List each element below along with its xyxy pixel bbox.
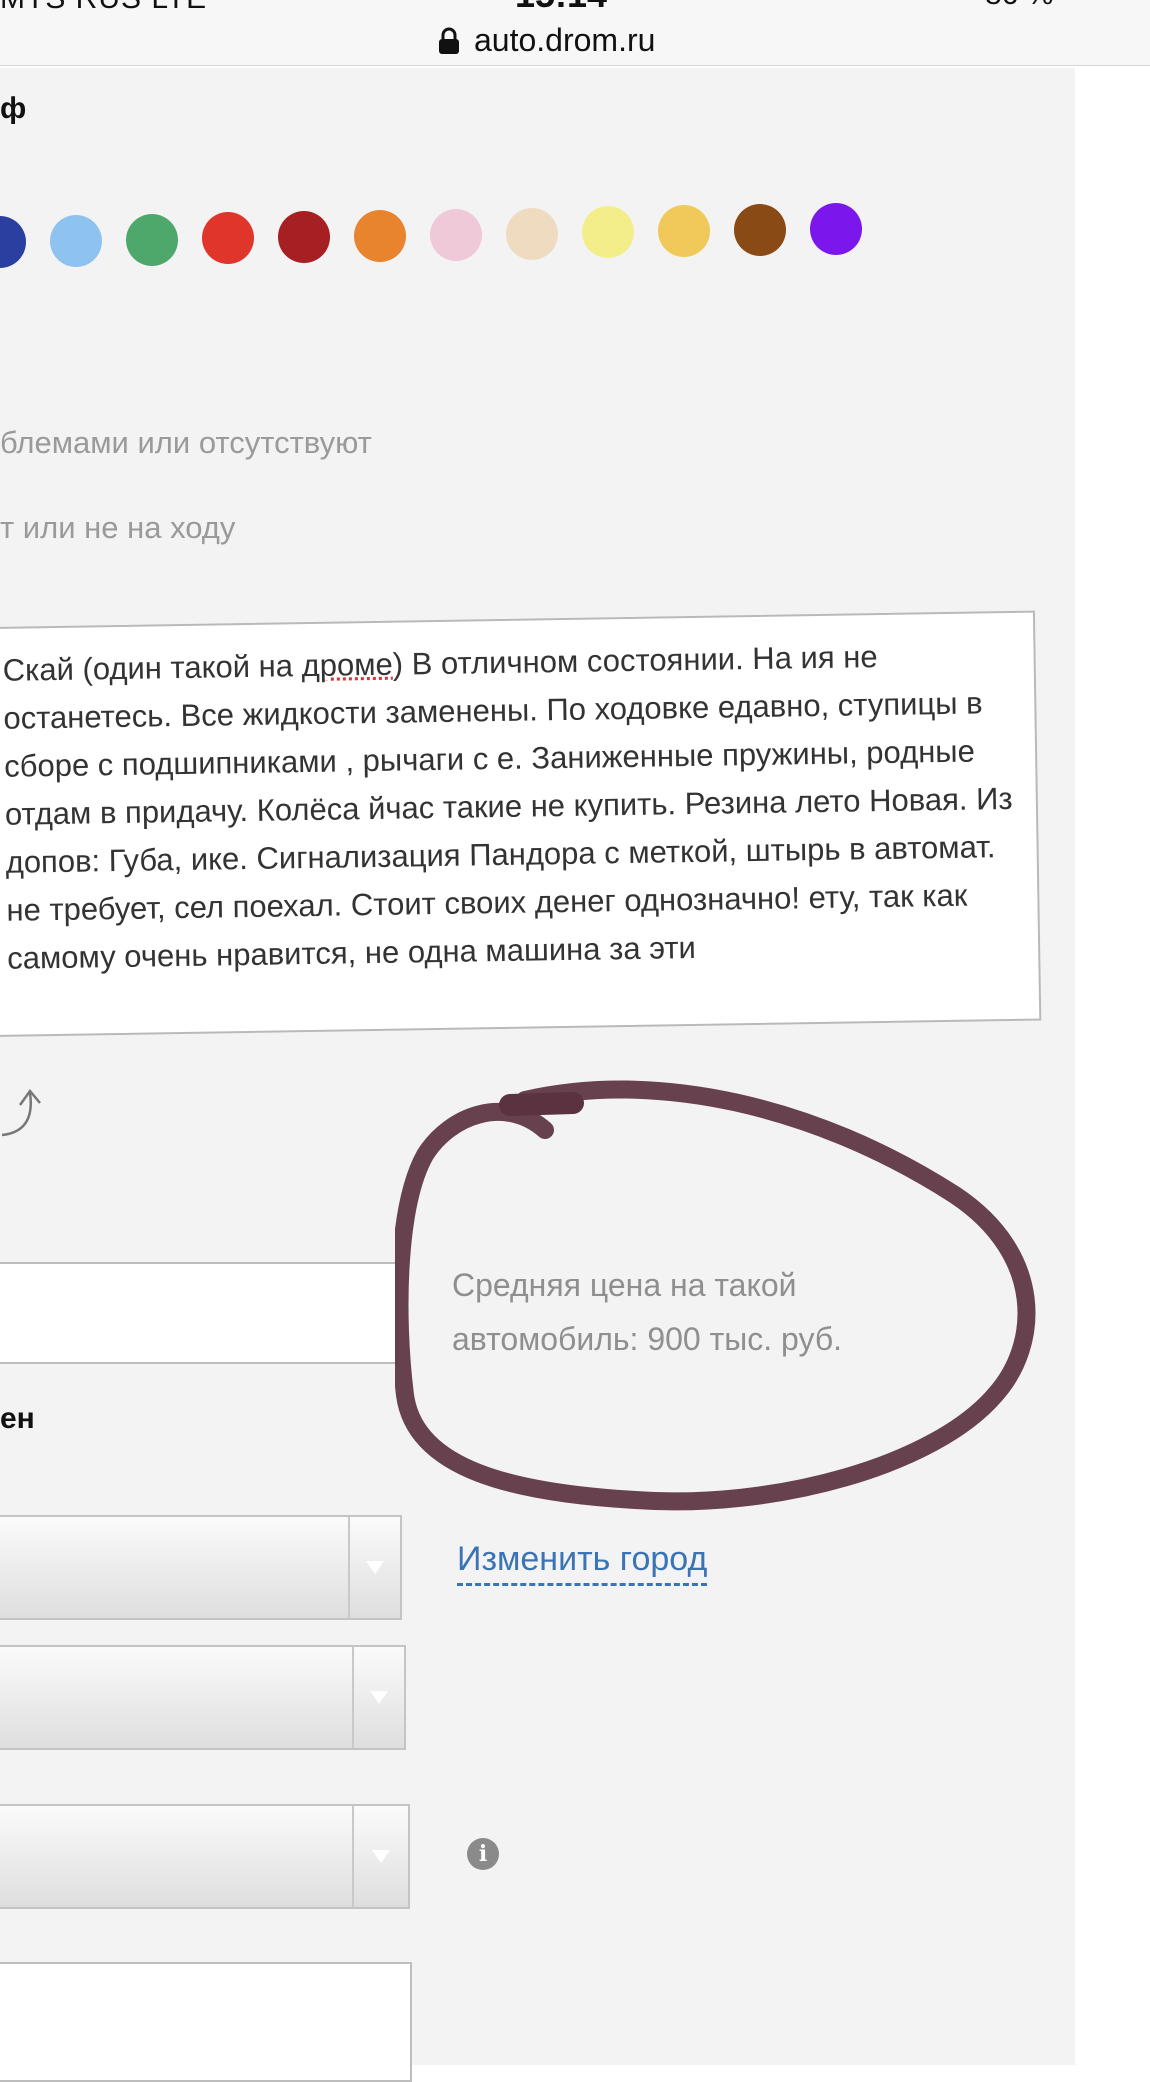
price-input[interactable] xyxy=(0,1262,398,1364)
browser-status-bar: MTS RUS LTE 15:14 86 % auto.drom.ru xyxy=(0,0,1150,66)
color-swatch[interactable] xyxy=(430,208,482,261)
form-page xyxy=(0,68,1075,2065)
address-bar[interactable]: auto.drom.ru xyxy=(438,22,655,59)
color-swatch[interactable] xyxy=(278,211,330,264)
dropdown-button[interactable] xyxy=(348,1517,400,1618)
color-swatch[interactable] xyxy=(506,207,558,260)
page-margin xyxy=(1075,68,1150,2065)
change-city-link[interactable]: Изменить город xyxy=(457,1540,708,1586)
description-textarea[interactable]: Скай (один такой на дроме) В отличном со… xyxy=(0,610,1042,1037)
color-swatch[interactable] xyxy=(202,212,254,265)
color-swatch[interactable] xyxy=(126,213,178,266)
color-swatch[interactable] xyxy=(354,210,406,262)
field-label-cut: ф xyxy=(0,92,27,125)
city-select[interactable] xyxy=(0,1645,406,1750)
carrier-label: MTS RUS LTE xyxy=(0,0,207,16)
chevron-down-icon xyxy=(366,1561,384,1574)
region-select[interactable] xyxy=(0,1515,402,1620)
condition-option-problems[interactable]: блемами или отсутствуют xyxy=(0,425,372,461)
average-price-note: Средняя цена на такой автомобиль: 900 ты… xyxy=(452,1267,843,1357)
url-text[interactable]: auto.drom.ru xyxy=(474,22,655,59)
field-label-cut-2: ен xyxy=(0,1402,35,1435)
text-input[interactable] xyxy=(0,1962,412,2082)
color-swatch[interactable] xyxy=(734,204,786,256)
chevron-down-icon xyxy=(372,1850,390,1863)
spellcheck-word: дроме xyxy=(301,646,394,684)
color-swatch[interactable] xyxy=(658,205,710,258)
chevron-down-icon xyxy=(370,1691,388,1704)
option-select[interactable] xyxy=(0,1804,410,1909)
color-swatch[interactable] xyxy=(810,202,862,255)
clock: 15:14 xyxy=(515,0,607,16)
condition-option-not-running[interactable]: т или не на ходу xyxy=(0,510,235,546)
dropdown-button[interactable] xyxy=(352,1806,408,1907)
dropdown-button[interactable] xyxy=(352,1647,404,1748)
description-text: Скай (один такой на дроме) В отличном со… xyxy=(2,639,1013,976)
color-swatch[interactable] xyxy=(50,214,102,267)
color-swatch[interactable] xyxy=(582,206,634,259)
lock-icon xyxy=(439,27,459,54)
info-icon[interactable]: i xyxy=(467,1838,499,1870)
resize-arrow-icon[interactable] xyxy=(0,1085,48,1145)
battery-percent: 86 % xyxy=(985,0,1053,12)
